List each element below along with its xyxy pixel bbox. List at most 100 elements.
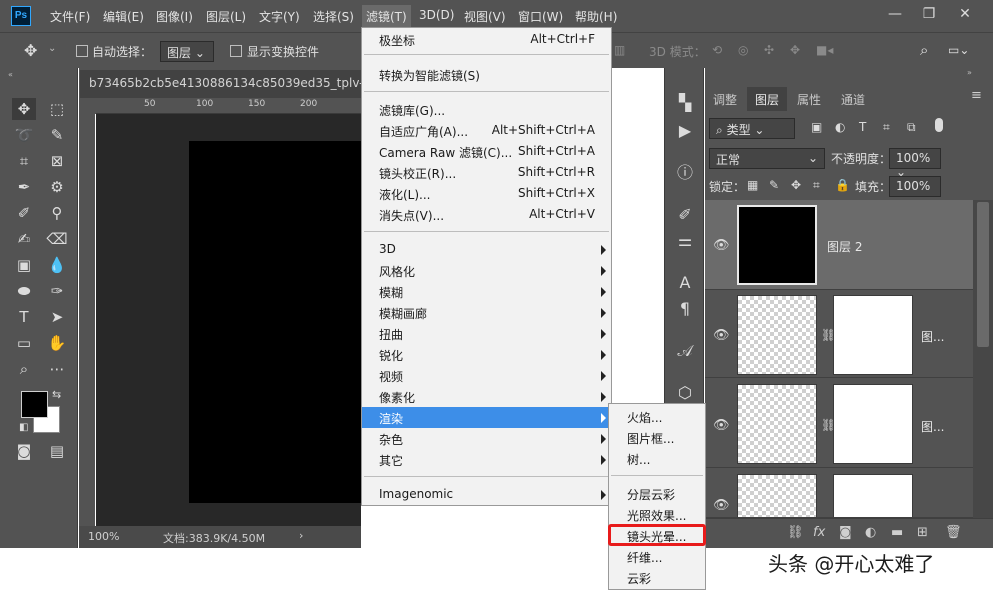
slide-3d-icon[interactable]: ✥ xyxy=(790,43,800,57)
brush-tool-icon[interactable]: ✐ xyxy=(12,202,36,224)
eyedropper-tool-icon[interactable]: ✒ xyxy=(12,176,36,198)
collapse-icon[interactable]: « xyxy=(8,70,13,79)
filter-menu-item[interactable]: Imagenomic xyxy=(362,484,611,505)
new-layer-icon[interactable]: ⊞ xyxy=(917,525,928,540)
filter-menu-item[interactable]: 消失点(V)... Alt+Ctrl+V xyxy=(362,204,611,225)
history-icon[interactable]: ▚ xyxy=(673,92,697,114)
eye-icon[interactable]: 👁 xyxy=(713,418,730,433)
quick-select-tool-icon[interactable]: ✎ xyxy=(45,124,69,146)
filter-menu-item[interactable]: 模糊画廊 xyxy=(362,302,611,323)
collapse-icon[interactable]: » xyxy=(967,68,972,77)
show-transform-checkbox[interactable] xyxy=(230,45,242,57)
filter-menu-item[interactable]: Camera Raw 滤镜(C)... Shift+Ctrl+A xyxy=(362,141,611,162)
add-mask-icon[interactable]: ◙ xyxy=(839,525,852,540)
tab-layers[interactable]: 图层 xyxy=(747,87,788,111)
filter-menu-item[interactable]: 其它 xyxy=(362,449,611,470)
layer-name[interactable]: 图... xyxy=(921,418,944,435)
orbit-3d-icon[interactable]: ⟲ xyxy=(712,43,722,57)
stamp-tool-icon[interactable]: ⚲ xyxy=(45,202,69,224)
filter-menu-item-render[interactable]: 渲染 xyxy=(362,407,611,428)
document-tab[interactable]: b73465b2cb5e4130886134c85039ed35_tplv-ob… xyxy=(80,70,361,98)
move-tool-icon[interactable]: ✥ xyxy=(24,41,37,60)
path-select-tool-icon[interactable]: ➤ xyxy=(45,306,69,328)
layer-row[interactable]: 👁 xyxy=(705,468,973,518)
filter-type-icon[interactable]: T xyxy=(859,120,866,134)
workspace-icon[interactable]: ▭⌄ xyxy=(948,43,969,57)
filter-menu-item[interactable]: 自适应广角(A)... Alt+Shift+Ctrl+A xyxy=(362,120,611,141)
tab-properties[interactable]: 属性 xyxy=(789,87,829,111)
more-tools-icon[interactable]: ⋯ xyxy=(45,358,69,380)
layer-row[interactable]: 👁 ⛓ 图... xyxy=(705,290,973,378)
brush-settings-icon[interactable]: ✐ xyxy=(673,204,697,226)
filter-menu-item[interactable]: 转换为智能滤镜(S) xyxy=(362,64,611,85)
filter-smart-object-icon[interactable]: ⧉ xyxy=(907,120,916,135)
opacity-field[interactable]: 100% ⌄ xyxy=(889,148,941,179)
screen-mode-icon[interactable]: ▤ xyxy=(45,440,69,462)
filter-toggle-icon[interactable] xyxy=(935,118,943,132)
menu-3d[interactable]: 3D(D) xyxy=(419,8,454,22)
swap-colors-icon[interactable]: ⇆ xyxy=(52,388,61,401)
tab-channels[interactable]: 通道 xyxy=(833,87,873,111)
render-submenu-item[interactable]: 纤维... xyxy=(609,546,705,567)
lasso-tool-icon[interactable]: ➰ xyxy=(12,124,36,146)
search-icon[interactable]: ⌕ xyxy=(920,41,928,59)
info-icon[interactable]: ⓘ xyxy=(673,162,697,184)
filter-menu-item[interactable]: 镜头校正(R)... Shift+Ctrl+R xyxy=(362,162,611,183)
menu-window[interactable]: 窗口(W) xyxy=(518,8,563,25)
layer-name[interactable]: 图层 2 xyxy=(827,238,862,255)
filter-menu-item[interactable]: 锐化 xyxy=(362,344,611,365)
layers-scrollbar-thumb[interactable] xyxy=(977,202,989,347)
filter-menu-item[interactable]: 视频 xyxy=(362,365,611,386)
pan-3d-icon[interactable]: ✣ xyxy=(764,43,774,57)
trash-icon[interactable]: 🗑 xyxy=(945,525,962,540)
eye-icon[interactable]: 👁 xyxy=(713,498,730,513)
close-icon[interactable]: ✕ xyxy=(956,5,974,23)
render-submenu-item[interactable]: 云彩 xyxy=(609,567,705,588)
filter-menu-item[interactable]: 滤镜库(G)... xyxy=(362,99,611,120)
render-submenu-item[interactable]: 火焰... xyxy=(609,406,705,427)
filter-menu-item[interactable]: 扭曲 xyxy=(362,323,611,344)
lock-artboard-icon[interactable]: ⌗ xyxy=(813,178,820,193)
auto-select-target-dropdown[interactable]: 图层 ⌄ xyxy=(160,41,214,62)
chevron-right-icon[interactable]: › xyxy=(299,529,303,542)
fill-field[interactable]: 100% ⌄ xyxy=(889,176,941,207)
align-icon[interactable]: ▥ xyxy=(614,43,625,57)
quick-mask-icon[interactable]: ◙ xyxy=(12,440,36,462)
menu-image[interactable]: 图像(I) xyxy=(156,8,193,25)
history-brush-tool-icon[interactable]: ✍ xyxy=(12,228,36,250)
menu-select[interactable]: 选择(S) xyxy=(313,8,354,25)
blend-mode-dropdown[interactable]: 正常 ⌄ xyxy=(709,148,825,169)
default-colors-icon[interactable]: ◧ xyxy=(19,422,28,433)
marquee-tool-icon[interactable]: ⬚ xyxy=(45,98,69,120)
hand-tool-icon[interactable]: ✋ xyxy=(45,332,69,354)
render-submenu-item[interactable]: 分层云彩 xyxy=(609,483,705,504)
menu-filter[interactable]: 滤镜(T) xyxy=(362,5,411,28)
fx-icon[interactable]: fx xyxy=(813,525,825,540)
foreground-color-swatch[interactable] xyxy=(21,391,48,418)
menu-help[interactable]: 帮助(H) xyxy=(575,8,617,25)
chevron-down-icon[interactable]: ⌄ xyxy=(48,43,56,54)
layer-filter-dropdown[interactable]: ⌕ 类型 ⌄ xyxy=(709,118,795,139)
roll-3d-icon[interactable]: ◎ xyxy=(738,43,748,57)
link-layers-icon[interactable]: ⛓ xyxy=(787,525,804,540)
auto-select-checkbox[interactable] xyxy=(76,45,88,57)
lock-all-icon[interactable]: 🔒 xyxy=(835,178,850,192)
layer-row[interactable]: 👁 图层 2 xyxy=(705,200,973,290)
pen-tool-icon[interactable]: ✑ xyxy=(45,280,69,302)
crop-tool-icon[interactable]: ⌗ xyxy=(12,150,36,172)
menu-type[interactable]: 文字(Y) xyxy=(259,8,300,25)
glyphs-icon[interactable]: 𝒜 xyxy=(673,340,697,362)
filter-menu-item[interactable]: 杂色 xyxy=(362,428,611,449)
filter-menu-item[interactable]: 风格化 xyxy=(362,260,611,281)
adjustment-layer-icon[interactable]: ◐ xyxy=(865,525,876,540)
render-submenu-item[interactable]: 树... xyxy=(609,448,705,469)
zoom-tool-icon[interactable]: ⌕ xyxy=(12,358,36,380)
menu-edit[interactable]: 编辑(E) xyxy=(103,8,144,25)
filter-menu-item[interactable]: 3D xyxy=(362,239,611,260)
gradient-tool-icon[interactable]: ▣ xyxy=(12,254,36,276)
render-submenu-item[interactable]: 光照效果... xyxy=(609,504,705,525)
lock-transparency-icon[interactable]: ▦ xyxy=(747,178,758,192)
filter-menu-item[interactable]: 像素化 xyxy=(362,386,611,407)
type-tool-icon[interactable]: T xyxy=(12,306,36,328)
actions-icon[interactable]: ▶ xyxy=(673,120,697,142)
